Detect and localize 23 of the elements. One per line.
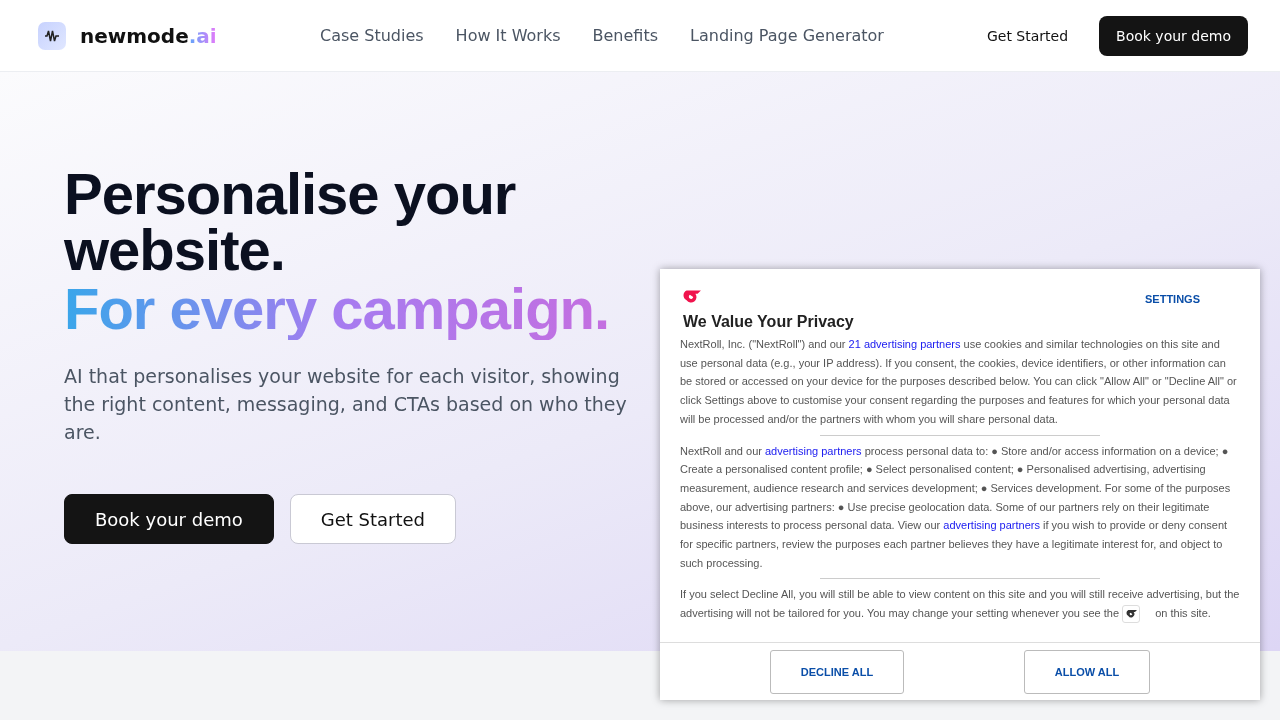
swirl-icon	[1122, 605, 1141, 624]
dialog-title: We Value Your Privacy	[682, 313, 854, 331]
advertising-partners-link[interactable]: 21 advertising partners	[848, 338, 961, 350]
consent-paragraph: If you select Decline All, you will still be able to view content on this site and you will still receive advertising, but the advertising will not be tailored for you. You may change your setting whenever you see the on this site.	[680, 585, 1240, 624]
decline-button[interactable]: DECLINE ALL	[769, 649, 905, 694]
nav-link[interactable]: Case Studies	[320, 26, 424, 45]
consent-paragraph: NextRoll, Inc. ("NextRoll") and our 21 advertising partners use cookies and similar technologies on this site and use personal data (e.g., your IP address). If you consent, the cookies, device identifiers, or other information can be stored or accessed on your device for the purposes described below. You can click "Allow All" or "Decline All" or click Settings above to customise your consent regarding the purposes and features for which your personal data will be processed and/or the partners with whom you will share personal data.	[680, 337, 1238, 427]
nav-link[interactable]: Benefits	[592, 26, 658, 45]
advertising-partners-link[interactable]: advertising partners	[943, 519, 1040, 532]
brand-name: newmode.ai	[80, 23, 217, 48]
get-started-button[interactable]: Get Started	[289, 494, 457, 544]
demo-button[interactable]: Book your demo	[64, 494, 274, 544]
hero-subtitle: AI that personalises your website for each visitor, showing the right content, messaging, and CTAs based on who they are.	[64, 364, 628, 445]
nav-link[interactable]: Landing Page Generator	[690, 26, 884, 45]
settings-link[interactable]: SETTINGS	[1145, 293, 1200, 305]
get-started-link[interactable]: Get Started	[969, 15, 1086, 56]
nav-link[interactable]: How It Works	[455, 26, 561, 45]
hero-title: Personalise your website.	[64, 166, 517, 278]
allow-button[interactable]: ALLOW ALL	[1023, 649, 1151, 694]
demo-button[interactable]: Book your demo	[1099, 15, 1248, 56]
consent-paragraph: NextRoll and our advertising partners process personal data to: ● Store and/or access information on a device; ● Create a personalised content profile; ● Select personalised content; ● Personalised advertising, advertising measurement, audience research and services development; ● Services development. For some of the purposes above, our advertising partners: ● Use precise geolocation data. Some of our partners rely on their legitimate business interests to process personal data. View our advertising partners if you wish to provide or deny consent for specific partners, review the purposes each partner believes they have a legitimate interest for, and object to such processing.	[680, 443, 1232, 571]
wave-icon	[38, 21, 66, 50]
advertising-partners-link[interactable]: advertising partners	[765, 444, 862, 457]
